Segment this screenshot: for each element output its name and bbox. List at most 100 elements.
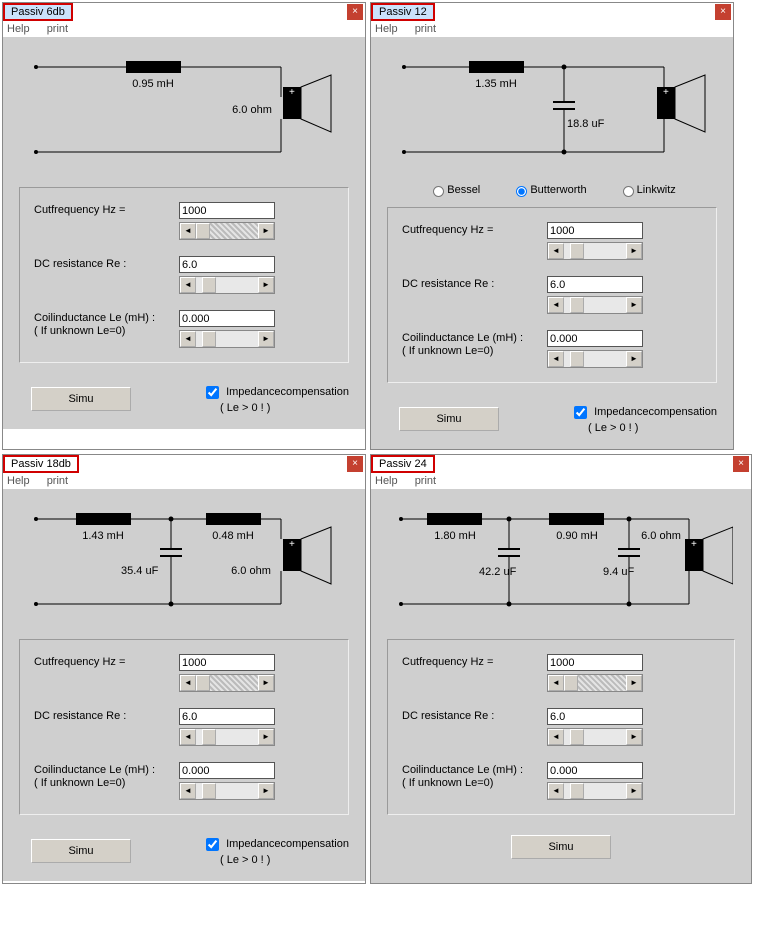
impedance-checkbox[interactable] bbox=[206, 386, 219, 399]
arrow-right-icon[interactable]: ► bbox=[258, 331, 274, 347]
coil-label: Coilinductance Le (mH) : ( If unknown Le… bbox=[34, 762, 179, 790]
dcres-scroll[interactable]: ◄ ► bbox=[547, 296, 643, 314]
c2-label: 9.4 uF bbox=[603, 566, 634, 578]
window-title: Passiv 18db bbox=[3, 455, 79, 473]
cutfreq-scroll[interactable]: ◄ ► bbox=[179, 674, 275, 692]
menu-help[interactable]: Help bbox=[7, 475, 30, 487]
coil-label: Coilinductance Le (mH) : ( If unknown Le… bbox=[402, 762, 547, 790]
dcres-input[interactable] bbox=[547, 276, 643, 293]
menu-bar: Help print bbox=[3, 21, 365, 37]
menu-help[interactable]: Help bbox=[375, 23, 398, 35]
impedance-check[interactable]: Impedancecompensation bbox=[202, 838, 349, 850]
dcres-scroll[interactable]: ◄ ► bbox=[547, 728, 643, 746]
dcres-scroll[interactable]: ◄ ► bbox=[179, 276, 275, 294]
arrow-right-icon[interactable]: ► bbox=[626, 675, 642, 691]
arrow-left-icon[interactable]: ◄ bbox=[548, 297, 564, 313]
dcres-label: DC resistance Re : bbox=[34, 708, 179, 723]
coil-scroll[interactable]: ◄ ► bbox=[547, 350, 643, 368]
arrow-right-icon[interactable]: ► bbox=[258, 783, 274, 799]
arrow-right-icon[interactable]: ► bbox=[258, 729, 274, 745]
arrow-right-icon[interactable]: ► bbox=[626, 297, 642, 313]
l1-label: 1.43 mH bbox=[82, 530, 124, 542]
arrow-right-icon[interactable]: ► bbox=[626, 729, 642, 745]
arrow-right-icon[interactable]: ► bbox=[626, 351, 642, 367]
filter-butterworth[interactable]: Butterworth bbox=[511, 184, 586, 196]
dcres-input[interactable] bbox=[179, 256, 275, 273]
close-icon[interactable]: × bbox=[347, 4, 363, 20]
simu-button[interactable]: Simu bbox=[511, 835, 611, 859]
menu-help[interactable]: Help bbox=[7, 23, 30, 35]
param-panel: Cutfrequency Hz = ◄ ► DC resistance Re : bbox=[19, 639, 349, 815]
coil-label: Coilinductance Le (mH) : ( If unknown Le… bbox=[402, 330, 547, 358]
svg-text:+: + bbox=[289, 539, 295, 550]
coil-input[interactable] bbox=[179, 310, 275, 327]
simu-button[interactable]: Simu bbox=[31, 387, 131, 411]
arrow-left-icon[interactable]: ◄ bbox=[180, 277, 196, 293]
arrow-left-icon[interactable]: ◄ bbox=[180, 223, 196, 239]
window-title: Passiv 24 bbox=[371, 455, 435, 473]
arrow-right-icon[interactable]: ► bbox=[258, 675, 274, 691]
arrow-left-icon[interactable]: ◄ bbox=[548, 729, 564, 745]
impedance-check[interactable]: Impedancecompensation bbox=[570, 406, 717, 418]
cutfreq-input[interactable] bbox=[547, 654, 643, 671]
coil-input[interactable] bbox=[547, 330, 643, 347]
schematic: 1.80 mH 0.90 mH 6.0 ohm 42.2 uF 9.4 uF bbox=[389, 499, 733, 629]
arrow-right-icon[interactable]: ► bbox=[626, 783, 642, 799]
menu-print[interactable]: print bbox=[47, 23, 68, 35]
param-panel: Cutfrequency Hz = ◄ ► DC resistance Re : bbox=[19, 187, 349, 363]
close-icon[interactable]: × bbox=[347, 456, 363, 472]
cutfreq-input[interactable] bbox=[179, 654, 275, 671]
dcres-input[interactable] bbox=[547, 708, 643, 725]
arrow-right-icon[interactable]: ► bbox=[258, 223, 274, 239]
menu-print[interactable]: print bbox=[415, 475, 436, 487]
arrow-left-icon[interactable]: ◄ bbox=[548, 351, 564, 367]
arrow-right-icon[interactable]: ► bbox=[626, 243, 642, 259]
arrow-right-icon[interactable]: ► bbox=[258, 277, 274, 293]
simu-button[interactable]: Simu bbox=[399, 407, 499, 431]
dcres-scroll[interactable]: ◄ ► bbox=[179, 728, 275, 746]
window-title: Passiv 6db bbox=[3, 3, 73, 21]
l2-label: 0.90 mH bbox=[556, 530, 598, 542]
schematic: 0.95 mH 6.0 ohm + bbox=[21, 47, 347, 177]
impedance-checkbox[interactable] bbox=[206, 838, 219, 851]
dcres-label: DC resistance Re : bbox=[402, 708, 547, 723]
coil-input[interactable] bbox=[547, 762, 643, 779]
dcres-input[interactable] bbox=[179, 708, 275, 725]
menu-print[interactable]: print bbox=[47, 475, 68, 487]
simu-button[interactable]: Simu bbox=[31, 839, 131, 863]
arrow-left-icon[interactable]: ◄ bbox=[548, 783, 564, 799]
cutfreq-label: Cutfrequency Hz = bbox=[34, 202, 179, 217]
filter-bessel[interactable]: Bessel bbox=[428, 184, 480, 196]
arrow-left-icon[interactable]: ◄ bbox=[548, 243, 564, 259]
impedance-note: ( Le > 0 ! ) bbox=[220, 402, 349, 415]
arrow-left-icon[interactable]: ◄ bbox=[180, 331, 196, 347]
coil-input[interactable] bbox=[179, 762, 275, 779]
filter-linkwitz[interactable]: Linkwitz bbox=[618, 184, 676, 196]
impedance-checkbox[interactable] bbox=[574, 406, 587, 419]
arrow-left-icon[interactable]: ◄ bbox=[548, 675, 564, 691]
schematic: 1.43 mH 0.48 mH 35.4 uF 6.0 ohm + bbox=[21, 499, 347, 629]
arrow-left-icon[interactable]: ◄ bbox=[180, 675, 196, 691]
r-label: 6.0 ohm bbox=[641, 530, 681, 542]
arrow-left-icon[interactable]: ◄ bbox=[180, 783, 196, 799]
impedance-check[interactable]: Impedancecompensation bbox=[202, 386, 349, 398]
cutfreq-scroll[interactable]: ◄ ► bbox=[179, 222, 275, 240]
cutfreq-scroll[interactable]: ◄ ► bbox=[547, 242, 643, 260]
arrow-left-icon[interactable]: ◄ bbox=[180, 729, 196, 745]
c1-label: 35.4 uF bbox=[121, 565, 159, 577]
menu-bar: Help print bbox=[371, 21, 733, 37]
menu-print[interactable]: print bbox=[415, 23, 436, 35]
close-icon[interactable]: × bbox=[733, 456, 749, 472]
cutfreq-input[interactable] bbox=[547, 222, 643, 239]
coil-scroll[interactable]: ◄ ► bbox=[547, 782, 643, 800]
menu-help[interactable]: Help bbox=[375, 475, 398, 487]
dcres-label: DC resistance Re : bbox=[34, 256, 179, 271]
close-icon[interactable]: × bbox=[715, 4, 731, 20]
schematic: 1.35 mH 18.8 uF + bbox=[389, 47, 715, 177]
cutfreq-input[interactable] bbox=[179, 202, 275, 219]
cutfreq-scroll[interactable]: ◄ ► bbox=[547, 674, 643, 692]
inductor-label: 0.95 mH bbox=[132, 78, 174, 90]
l1-label: 1.80 mH bbox=[434, 530, 476, 542]
coil-scroll[interactable]: ◄ ► bbox=[179, 782, 275, 800]
coil-scroll[interactable]: ◄ ► bbox=[179, 330, 275, 348]
